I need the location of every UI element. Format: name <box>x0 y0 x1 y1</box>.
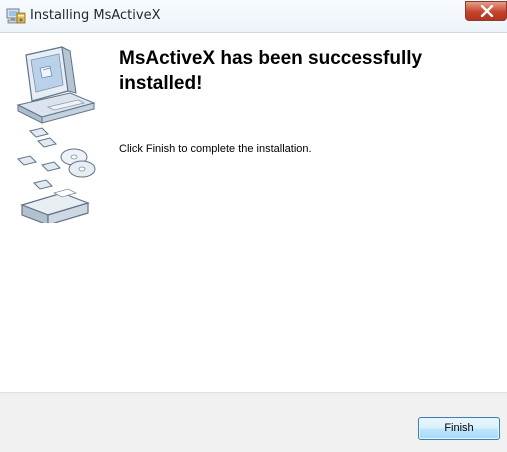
finish-button[interactable]: Finish <box>418 417 500 440</box>
installer-window: Installing MsActiveX MsActiveX has been … <box>0 0 507 452</box>
computer-disks-icon <box>8 43 108 226</box>
completion-message: Click Finish to complete the installatio… <box>119 143 312 155</box>
content-area: MsActiveX has been successfully installe… <box>0 33 507 392</box>
page-title: MsActiveX has been successfully installe… <box>119 48 423 94</box>
title-bar[interactable]: Installing MsActiveX <box>0 0 507 33</box>
installer-icon <box>6 7 26 25</box>
window-title: Installing MsActiveX <box>30 8 161 23</box>
button-bar: Finish <box>0 392 507 452</box>
close-icon <box>480 5 494 17</box>
close-button[interactable] <box>465 1 507 21</box>
